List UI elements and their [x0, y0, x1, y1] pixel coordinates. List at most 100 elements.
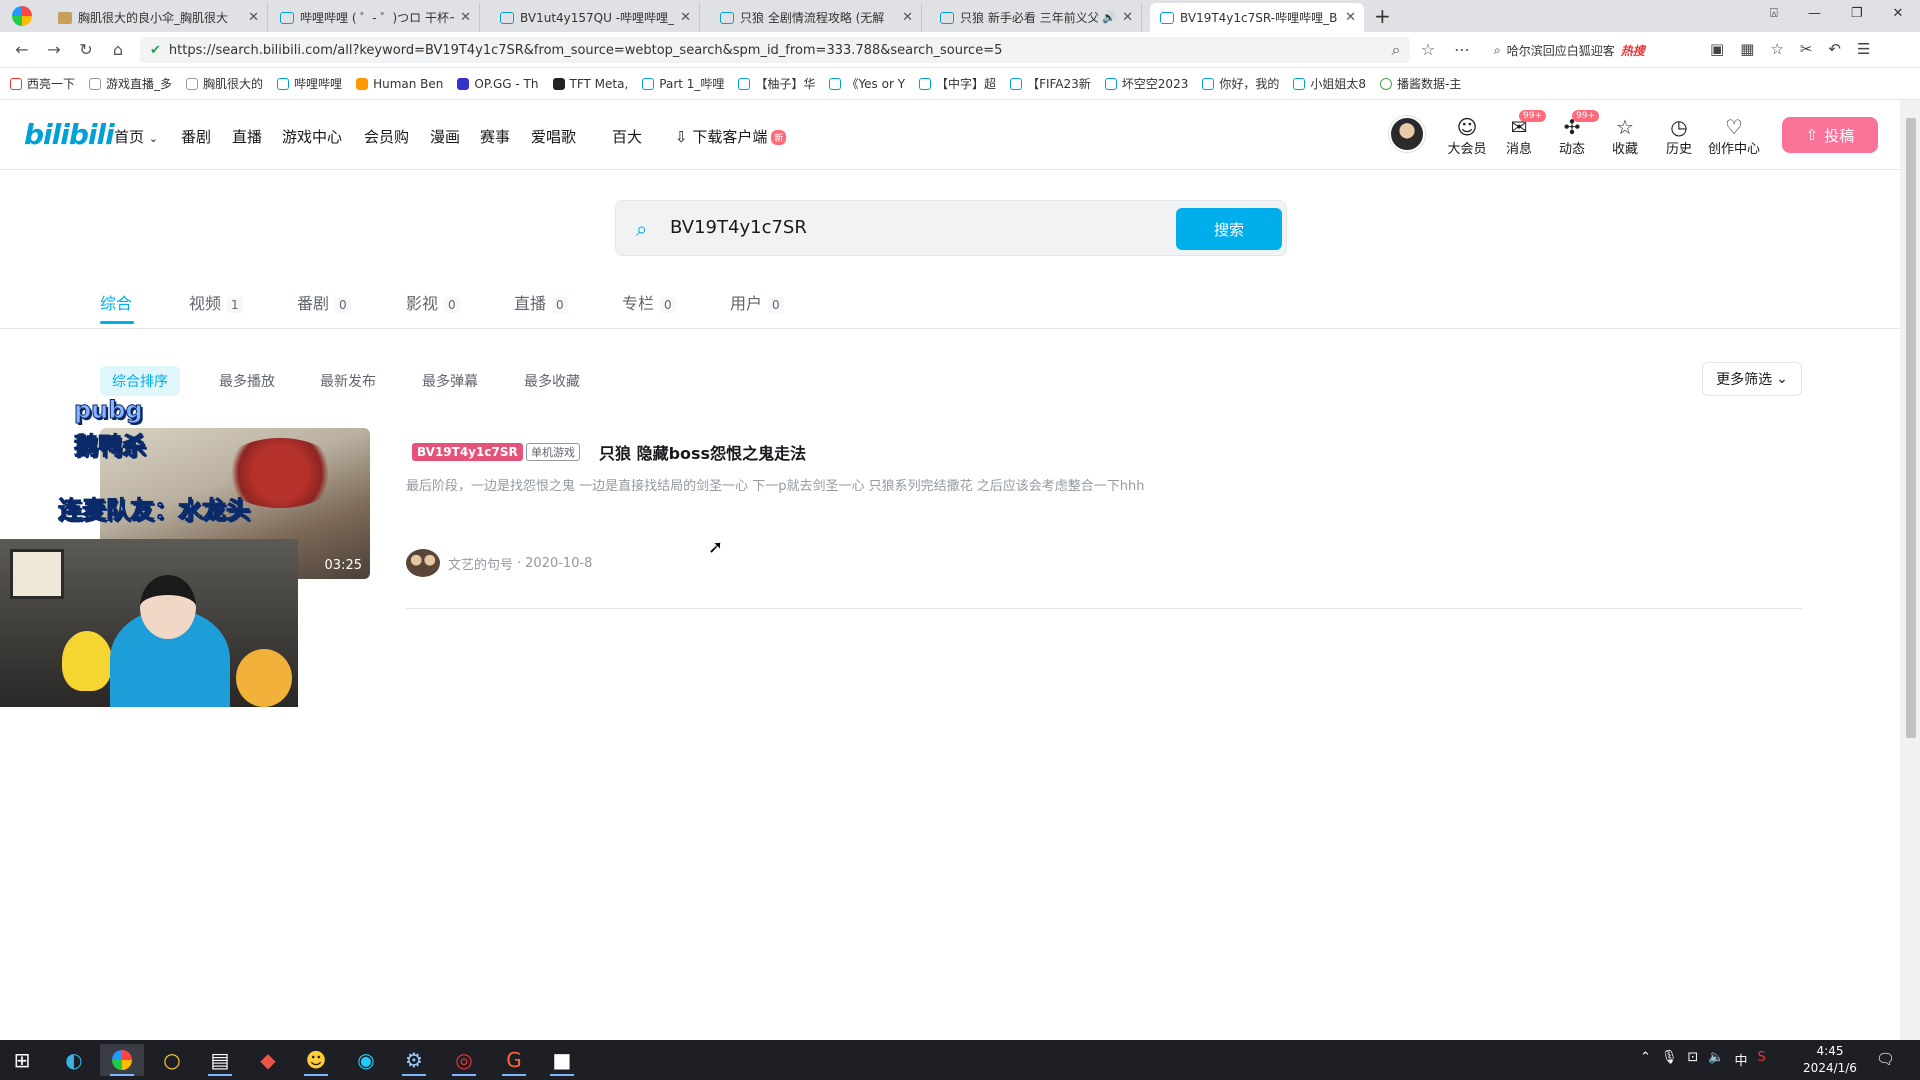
- browser-tab[interactable]: 只狼 全剧情流程攻略 (无解 ✕: [710, 3, 922, 32]
- network-icon[interactable]: ⊡: [1687, 1050, 1698, 1069]
- steam-icon[interactable]: ⚙: [392, 1044, 436, 1076]
- close-icon[interactable]: ✕: [460, 10, 471, 25]
- sort-default[interactable]: 综合排序: [100, 366, 180, 396]
- bilibili-logo[interactable]: bilibili: [24, 118, 115, 151]
- reload-icon[interactable]: ↻: [76, 40, 96, 59]
- app-black-icon[interactable]: ■: [540, 1044, 584, 1076]
- taskbar-clock[interactable]: 4:45 2024/1/6: [1800, 1043, 1860, 1077]
- browser-tab[interactable]: 胸肌很大的良小伞_胸肌很大 ✕: [48, 3, 268, 32]
- speaker-icon[interactable]: 🔊: [1102, 11, 1116, 24]
- chevron-up-icon[interactable]: ⌃: [1640, 1050, 1651, 1069]
- sort-most-played[interactable]: 最多播放: [207, 366, 287, 396]
- tab-video[interactable]: 视频 1: [189, 290, 243, 314]
- reader-icon[interactable]: ▣: [1710, 40, 1724, 58]
- netease-music-icon[interactable]: ◎: [442, 1044, 486, 1076]
- app-red-icon[interactable]: ◆: [246, 1044, 290, 1076]
- browser-tab[interactable]: 哔哩哔哩 ( ゜- ゜)つロ 干杯~ ✕: [270, 3, 480, 32]
- bookmark-item[interactable]: 【FIFA23新: [1010, 75, 1091, 92]
- menu-icon[interactable]: ☰: [1857, 40, 1870, 58]
- close-icon[interactable]: ✕: [1345, 10, 1356, 25]
- nav-esports[interactable]: 赛事: [480, 126, 510, 147]
- side-search[interactable]: ⌕ 哈尔滨回应白狐迎客 热搜: [1494, 37, 1704, 63]
- uploader-name[interactable]: 文艺的句号: [448, 554, 513, 573]
- ime-indicator[interactable]: 中: [1735, 1050, 1748, 1069]
- download-client-link[interactable]: ⇩ 下载客户端新: [675, 126, 787, 147]
- bookmark-item[interactable]: Human Ben: [356, 77, 443, 91]
- browser-tab-active[interactable]: BV19T4y1c7SR-哔哩哔哩_B ✕: [1150, 3, 1364, 32]
- tab-users[interactable]: 用户 0: [730, 290, 784, 314]
- header-messages[interactable]: ✉ 99+ 消息: [1495, 110, 1546, 157]
- favorites-icon[interactable]: ☆: [1770, 40, 1783, 58]
- sort-most-danmaku[interactable]: 最多弹幕: [410, 366, 490, 396]
- sogou-icon[interactable]: S: [1758, 1050, 1766, 1069]
- more-icon[interactable]: ⋯: [1452, 40, 1472, 59]
- bookmark-item[interactable]: 【柚子】华: [738, 75, 815, 92]
- close-icon[interactable]: ✕: [248, 10, 259, 25]
- sort-most-favorited[interactable]: 最多收藏: [512, 366, 592, 396]
- avatar[interactable]: [1389, 116, 1425, 152]
- app-yellow-icon[interactable]: ☻: [294, 1044, 338, 1076]
- bookmark-item[interactable]: 播酱数据-主: [1380, 75, 1461, 92]
- nav-sing[interactable]: 爱唱歌: [531, 126, 576, 147]
- home-icon[interactable]: ⌂: [108, 40, 128, 59]
- app-window-icon[interactable]: ▤: [198, 1044, 242, 1076]
- tab-all[interactable]: 综合: [100, 290, 132, 314]
- tab-articles[interactable]: 专栏 0: [622, 290, 676, 314]
- app-cyan-icon[interactable]: ◉: [344, 1044, 388, 1076]
- url-field[interactable]: ✔ https://search.bilibili.com/all?keywor…: [140, 37, 1410, 63]
- close-icon[interactable]: ✕: [680, 10, 691, 25]
- nav-home[interactable]: 首页 ⌄: [114, 126, 158, 147]
- close-icon[interactable]: ✕: [1122, 10, 1133, 25]
- uploader-avatar[interactable]: [406, 549, 440, 577]
- microphone-icon[interactable]: 🎙: [1661, 1050, 1678, 1069]
- app-g-icon[interactable]: G: [492, 1044, 536, 1076]
- volume-icon[interactable]: 🔈: [1708, 1050, 1724, 1069]
- nav-mall[interactable]: 会员购: [364, 126, 409, 147]
- bookmark-item[interactable]: 西亮一下: [10, 75, 75, 92]
- nav-bangumi[interactable]: 番剧: [181, 126, 211, 147]
- close-window-icon[interactable]: ✕: [1892, 6, 1903, 21]
- nav-game-center[interactable]: 游戏中心: [282, 126, 342, 147]
- header-dynamic[interactable]: ✣ 99+ 动态: [1548, 110, 1599, 157]
- undo-icon[interactable]: ↶: [1828, 40, 1841, 58]
- forward-icon[interactable]: →: [44, 40, 64, 59]
- nav-live[interactable]: 直播: [232, 126, 262, 147]
- bookmark-item[interactable]: 《Yes or Y: [829, 75, 905, 92]
- search-button[interactable]: 搜索: [1176, 208, 1282, 250]
- header-creator-center[interactable]: ♡ 创作中心: [1704, 116, 1764, 157]
- tab-movies[interactable]: 影视 0: [406, 290, 460, 314]
- edge-icon[interactable]: ◐: [52, 1044, 96, 1076]
- bookmark-item[interactable]: 【中字】超: [919, 75, 996, 92]
- nav-top100[interactable]: 百大: [612, 126, 642, 147]
- header-history[interactable]: ◷ 历史: [1655, 116, 1703, 157]
- notification-icon[interactable]: 🗨: [1876, 1050, 1895, 1068]
- bookmark-item[interactable]: Part 1_哔哩: [642, 75, 724, 92]
- browser-tab[interactable]: BV1ut4y157QU -哔哩哔哩_B ✕: [490, 3, 700, 32]
- app-circle-icon[interactable]: ○: [150, 1044, 194, 1076]
- bookmark-item[interactable]: 胸肌很大的: [186, 75, 263, 92]
- windows-start-icon[interactable]: ⊞: [0, 1044, 44, 1076]
- new-tab-button[interactable]: +: [1374, 4, 1391, 28]
- video-title[interactable]: 只狼 隐藏boss怨恨之鬼走法: [599, 440, 806, 464]
- tab-live[interactable]: 直播 0: [514, 290, 568, 314]
- browser-logo-icon[interactable]: [12, 6, 32, 26]
- bookmark-item[interactable]: 坏空空2023: [1104, 75, 1188, 92]
- restore-icon[interactable]: ❐: [1851, 6, 1863, 21]
- tab-bangumi[interactable]: 番剧 0: [297, 290, 351, 314]
- bookmark-item[interactable]: 哔哩哔哩: [277, 75, 342, 92]
- bookmark-item[interactable]: TFT Meta,: [552, 77, 628, 91]
- header-favorites[interactable]: ☆ 收藏: [1601, 116, 1649, 157]
- bookmark-item[interactable]: 你好，我的: [1202, 75, 1279, 92]
- sort-newest[interactable]: 最新发布: [308, 366, 388, 396]
- bookmark-item[interactable]: OP.GG - Th: [457, 77, 539, 91]
- bookmark-item[interactable]: 小姐姐太8: [1293, 75, 1366, 92]
- bookmark-item[interactable]: 游戏直播_多: [89, 75, 172, 92]
- browser-tab[interactable]: 只狼 新手必看 三年前义父 🔊 ✕: [930, 3, 1142, 32]
- pin-icon[interactable]: ⍓: [1770, 6, 1778, 21]
- back-icon[interactable]: ←: [12, 40, 32, 59]
- header-vip[interactable]: ☺ 大会员: [1443, 116, 1491, 157]
- browser-taskbar-icon[interactable]: [100, 1044, 144, 1076]
- zoom-icon[interactable]: ⌕: [1386, 40, 1406, 60]
- apps-grid-icon[interactable]: ▦: [1740, 40, 1754, 58]
- scissors-icon[interactable]: ✂: [1800, 40, 1813, 58]
